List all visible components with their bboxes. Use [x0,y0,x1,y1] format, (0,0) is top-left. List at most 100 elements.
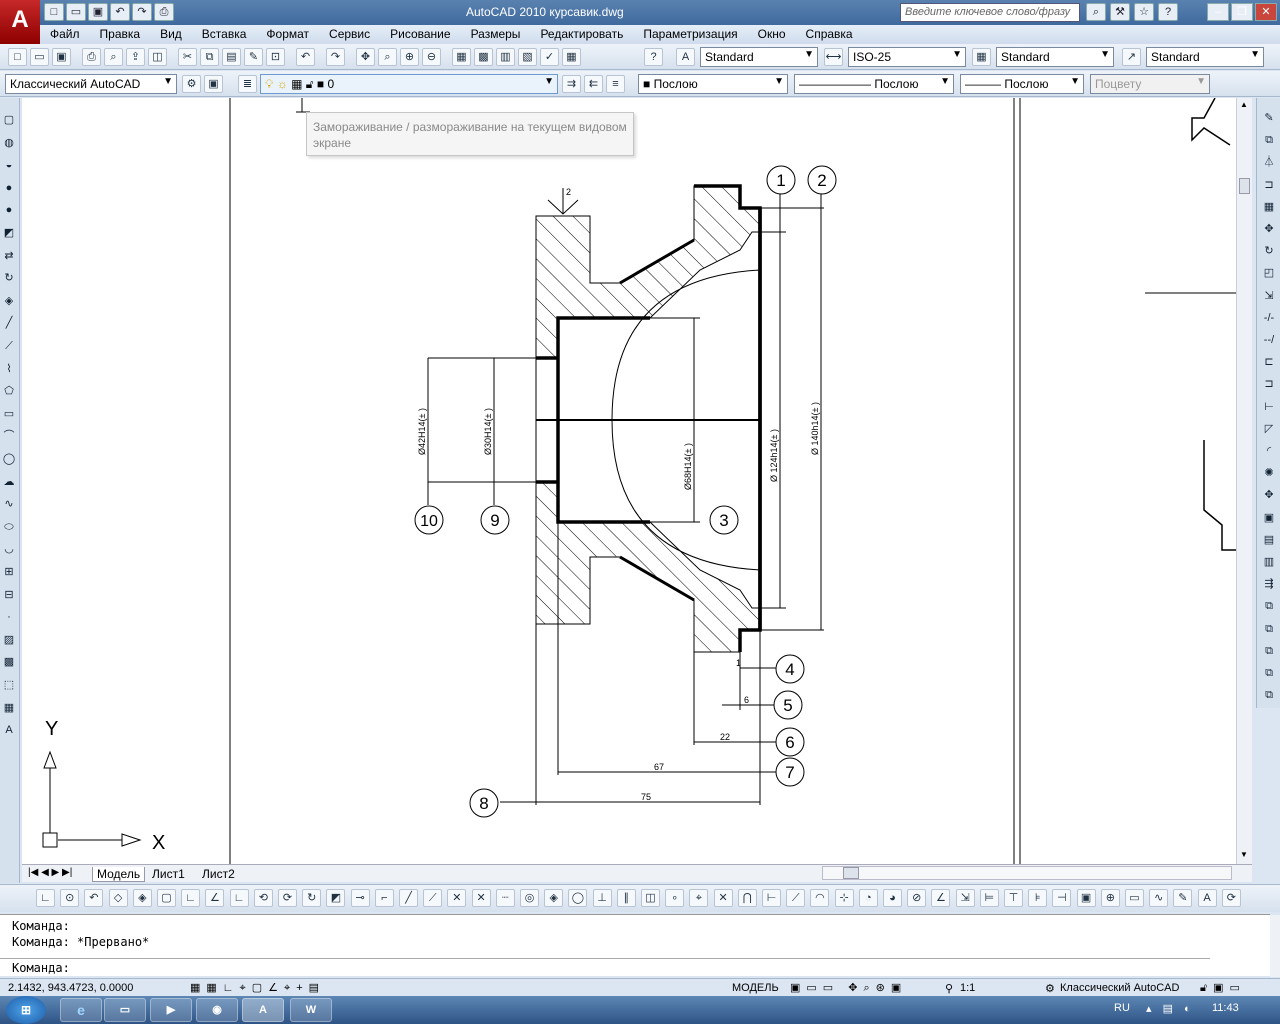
pan-icon[interactable]: ✥ [356,48,375,66]
break-at-point-icon[interactable]: ⊏ [1261,354,1277,370]
ucs-icon[interactable]: ∟ [36,889,55,907]
dim-text-edit-icon[interactable]: A [1197,889,1217,907]
copy-icon[interactable]: ⧉ [200,48,219,66]
markup-icon[interactable]: ✓ [540,48,559,66]
lineweight-select[interactable]: ——— Послою ▼ [960,74,1084,94]
ucs-face-icon[interactable]: ◇ [108,889,128,907]
new-icon[interactable]: □ [8,48,27,66]
arc-icon[interactable]: ⌒ [1,428,17,444]
inspection-icon[interactable]: ▭ [1125,889,1144,907]
preview-icon[interactable]: ⌕ [104,48,123,66]
chamfer-icon[interactable]: ◸ [1261,421,1277,437]
ucs-world-icon[interactable]: ⊙ [60,889,80,907]
drafting-toggles[interactable]: ▦▦∟⌖▢∠⌖+▤ [190,981,325,995]
open-file-icon[interactable]: ▭ [66,3,86,21]
layers-icon[interactable]: ⧉ [1261,598,1277,614]
polyline-icon[interactable]: ⌇ [1,361,17,377]
nearest-icon[interactable]: ⌖ [689,889,709,907]
scale-icon[interactable]: ◰ [1261,265,1277,281]
fillet-icon[interactable]: ◜ [1261,443,1277,459]
application-logo[interactable]: A [0,0,40,44]
annotation-scale[interactable]: 1:1 [960,982,975,994]
tool-palettes-icon[interactable]: ▥ [496,48,515,66]
ie-icon[interactable]: e [60,998,102,1022]
cut-icon[interactable]: ✂ [178,48,197,66]
insert-block-icon[interactable]: ⊞ [1,564,17,580]
redo-icon[interactable]: ↷ [326,48,345,66]
cone-icon[interactable]: ◒ [1,157,17,173]
horizontal-scrollbar[interactable] [822,866,1232,880]
construction-line-icon[interactable]: ⟋ [1,338,17,354]
scroll-thumb[interactable] [1239,178,1250,194]
dim-break-icon[interactable]: ⊣ [1052,889,1072,907]
explode-icon[interactable]: ✺ [1261,465,1277,481]
ordinate-icon[interactable]: ⊹ [834,889,854,907]
zoom-window-icon[interactable]: ⊕ [400,48,419,66]
align-icon[interactable]: ⇶ [1261,576,1277,592]
lock-icon[interactable]: 🔓︎ [306,77,314,91]
gradient-icon[interactable]: ▩ [1,654,17,670]
h-scroll-thumb[interactable] [843,867,859,879]
ucs-zrot-icon[interactable]: ↻ [302,889,322,907]
dim-style-icon[interactable]: ⟷ [824,48,843,66]
linear-dim-icon[interactable]: ⊢ [762,889,781,907]
osnap-settings-icon[interactable]: ⋂ [737,889,757,907]
properties-icon[interactable]: ▦ [452,48,471,66]
zoom-realtime-icon[interactable]: ⌕ [378,48,397,66]
node-icon[interactable]: ∘ [665,889,685,907]
layer-states-icon[interactable]: ≡ [606,75,625,93]
tab-nav-icons[interactable]: |◀ ◀ ▶ ▶| [28,867,72,878]
annotation-scale-icon[interactable]: ⚲ [945,982,953,995]
dim-edit-icon[interactable]: ✎ [1173,889,1193,907]
layer-previous-icon[interactable]: ⇇ [584,75,603,93]
array-icon[interactable]: ▦ [1261,199,1277,215]
ucs-prev-icon[interactable]: ↶ [84,889,104,907]
help-icon[interactable]: ? [644,48,663,66]
center-icon[interactable]: ◎ [520,889,539,907]
sheet-set-icon[interactable]: ▧ [518,48,537,66]
temp-track-icon[interactable]: ⊸ [350,889,370,907]
hatch-icon[interactable]: ▨ [1,632,17,648]
ucs-z-icon[interactable]: ∠ [205,889,225,907]
draw-order-icon[interactable]: ▣ [1261,510,1277,526]
diameter-icon[interactable]: ⊘ [907,889,927,907]
tangent-icon[interactable]: ◯ [568,889,588,907]
drawing-canvas[interactable]: 2 Ø42H14(±) Ø30H14(±) Ø68H14(±) Ø 124… [22,98,1236,864]
color-select[interactable]: ■ Послою ▼ [638,74,788,94]
menu-item-5[interactable]: Сервис [319,25,380,44]
workspace-save-icon[interactable]: ▣ [204,75,223,93]
autocad-task-icon[interactable]: A [242,998,284,1022]
workspace-status[interactable]: Классический AutoCAD [1060,982,1179,994]
ucs-view-icon[interactable]: ▢ [157,889,176,907]
jogged-linear-icon[interactable]: ∿ [1149,889,1169,907]
ucs-object-icon[interactable]: ◈ [132,889,152,907]
lightbulb-icon[interactable]: 💡︎ [265,77,273,91]
tray-icons[interactable]: ▴ ▤ ◐ [1146,1002,1195,1015]
join-icon[interactable]: ⊢ [1261,399,1277,415]
3d-icon[interactable]: ◈ [1,293,17,309]
revcloud-icon[interactable]: ☁ [1,474,17,490]
save-icon[interactable]: ▣ [88,3,108,21]
plot-icon[interactable]: ⎙ [154,3,174,21]
undo-icon[interactable]: ↶ [296,48,315,66]
layer-3-icon[interactable]: ⧉ [1261,643,1277,659]
endpoint-icon[interactable]: ╱ [399,889,418,907]
angular-icon[interactable]: ∠ [931,889,951,907]
zoom-previous-icon[interactable]: ⊖ [422,48,441,66]
tolerance-icon[interactable]: ▣ [1076,889,1096,907]
command-scrollbar[interactable] [1270,915,1280,977]
text-style-icon[interactable]: A [676,48,695,66]
media-player-icon[interactable]: ▶ [150,998,192,1022]
tab-layout2[interactable]: Лист2 [202,867,235,881]
select-icon[interactable]: ▢ [1,112,17,128]
copy-icon[interactable]: ⧉ [1261,132,1277,148]
layer-select[interactable]: 💡︎ ☼ ▦ 🔓︎ ■ 0 ▼ [260,74,558,94]
make-current-layer-icon[interactable]: ⇉ [562,75,581,93]
3d-print-icon[interactable]: ◫ [148,48,167,66]
match-properties-icon[interactable]: ✎ [244,48,263,66]
menu-item-9[interactable]: Параметризация [633,25,747,44]
spline-icon[interactable]: ∿ [1,496,17,512]
polygon-icon[interactable]: ⬠ [1,383,17,399]
block-editor-icon[interactable]: ⊡ [266,48,285,66]
ucs-y-icon[interactable]: ⟳ [278,889,297,907]
